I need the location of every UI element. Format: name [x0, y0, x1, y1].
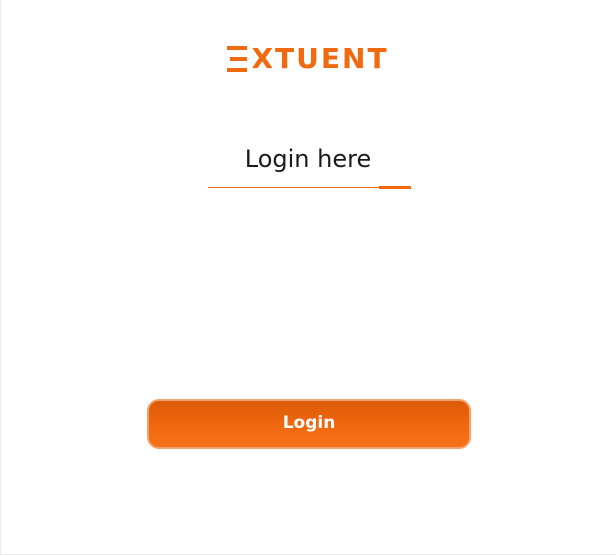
brand-logo: XTUENT: [1, 44, 615, 74]
title-underline-accent: [379, 186, 411, 189]
login-page: XTUENT Login here Login: [0, 0, 615, 555]
login-button[interactable]: Login: [147, 399, 471, 449]
logo-text: XTUENT: [251, 42, 389, 75]
page-title: Login here: [244, 145, 372, 173]
logo-e-mark-icon: [227, 46, 248, 72]
